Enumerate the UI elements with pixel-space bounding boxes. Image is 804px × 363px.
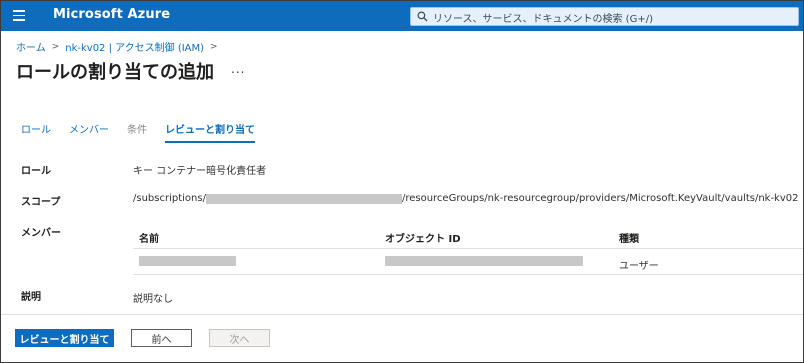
chevron-right-icon: > — [210, 41, 218, 52]
member-type: ユーザー — [619, 261, 659, 272]
description-label: 説明 — [21, 292, 41, 303]
brand-title[interactable]: Microsoft Azure — [53, 7, 170, 22]
tab-members[interactable]: メンバー — [69, 121, 109, 143]
tab-role[interactable]: ロール — [21, 121, 51, 143]
tab-conditions: 条件 — [127, 125, 147, 136]
column-header-type: 種類 — [619, 234, 639, 245]
wizard-tabs: ロール メンバー 条件 レビューと割り当て — [21, 121, 273, 143]
tab-review-assign[interactable]: レビューと割り当て — [165, 121, 255, 143]
redacted-subscription-id — [205, 193, 402, 204]
members-label: メンバー — [21, 228, 61, 239]
page-title: ロールの割り当ての追加 — [16, 62, 214, 83]
redacted-member-name — [139, 256, 236, 267]
scope-prefix: /subscriptions/ — [133, 193, 206, 204]
review-assign-button[interactable]: レビューと割り当て — [15, 329, 114, 347]
search-placeholder: リソース、サービス、ドキュメントの検索 (G+/) — [433, 14, 653, 25]
scope-label: スコープ — [21, 197, 61, 208]
next-button: 次へ — [209, 329, 270, 347]
members-table: 名前 オブジェクト ID 種類 ユーザー — [133, 225, 803, 275]
scope-suffix: /resourceGroups/nk-resourcegroup/provide… — [401, 193, 799, 204]
more-options-icon[interactable]: ... — [231, 62, 245, 76]
hamburger-menu-icon[interactable] — [13, 10, 25, 21]
description-value: 説明なし — [133, 294, 173, 305]
breadcrumb-resource-iam[interactable]: nk-kv02 | アクセス制御 (IAM) — [65, 39, 204, 54]
previous-button[interactable]: 前へ — [131, 329, 192, 347]
top-bar: Microsoft Azure リソース、サービス、ドキュメントの検索 (G+/… — [1, 1, 803, 31]
search-icon — [417, 11, 428, 22]
role-value: キー コンテナー暗号化責任者 — [133, 166, 267, 177]
table-row: ユーザー — [133, 249, 803, 275]
column-header-name: 名前 — [139, 234, 159, 245]
breadcrumb: ホーム > nk-kv02 | アクセス制御 (IAM) > — [16, 39, 224, 55]
window-frame — [0, 0, 804, 363]
footer-divider — [1, 314, 803, 315]
column-header-object-id: オブジェクト ID — [385, 234, 461, 245]
redacted-object-id — [385, 256, 583, 267]
search-box[interactable]: リソース、サービス、ドキュメントの検索 (G+/) — [410, 7, 799, 26]
scope-value: /subscriptions/ /resourceGroups/nk-resou… — [133, 193, 799, 204]
role-label: ロール — [21, 166, 51, 177]
chevron-right-icon: > — [51, 41, 60, 52]
table-header: 名前 オブジェクト ID 種類 — [133, 225, 803, 249]
breadcrumb-home[interactable]: ホーム — [16, 39, 46, 54]
